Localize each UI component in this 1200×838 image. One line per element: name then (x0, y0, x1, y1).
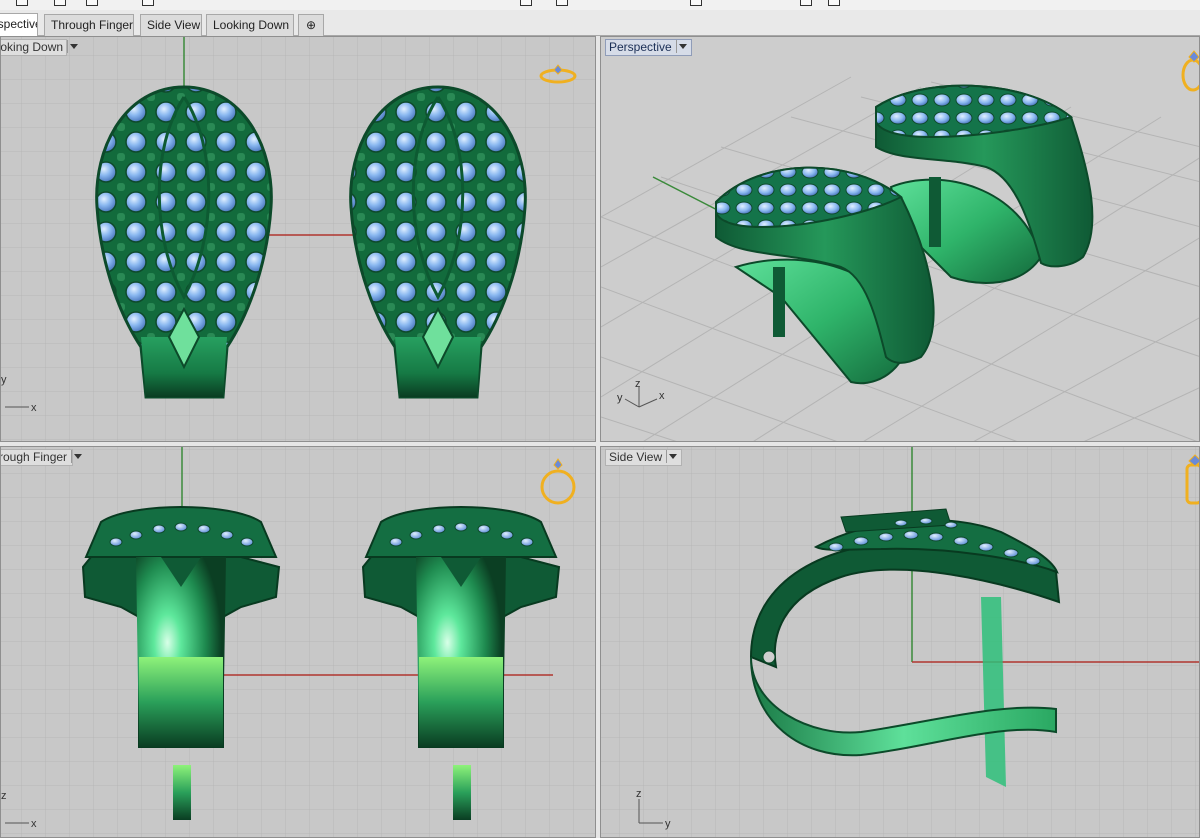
axis-z-label: z (635, 378, 641, 390)
toolbar-icon[interactable] (16, 0, 28, 6)
looking-down-scene: y x (1, 37, 595, 441)
axis-z-label: z (1, 790, 7, 802)
viewport-title-text: Through Finger (1, 450, 68, 464)
tab-perspective[interactable]: Perspective (0, 13, 38, 37)
viewport-title-text: Looking Down (0, 40, 64, 54)
toolbar-icon[interactable] (556, 0, 568, 6)
chevron-down-icon[interactable] (67, 40, 79, 54)
toolbar-icon[interactable] (800, 0, 812, 6)
add-tab-button[interactable]: ⊕ (298, 14, 324, 36)
tab-looking-down[interactable]: Looking Down (206, 14, 294, 36)
axis-x-label: x (31, 402, 37, 414)
toolbar-icon[interactable] (54, 0, 66, 6)
toolbar-strip (0, 0, 1200, 10)
chevron-down-icon[interactable] (71, 450, 83, 464)
toolbar-icon[interactable] (828, 0, 840, 6)
tab-side-view[interactable]: Side View (140, 14, 202, 36)
viewport-through-finger[interactable]: Through Finger (0, 446, 596, 838)
tab-through-finger[interactable]: Through Finger (44, 14, 134, 36)
through-finger-scene: z x (1, 447, 595, 837)
axis-y-label: y (665, 818, 671, 830)
viewport-title-side-view[interactable]: Side View (605, 449, 683, 466)
viewport-title-looking-down[interactable]: Looking Down (0, 39, 79, 56)
toolbar-icon[interactable] (142, 0, 154, 6)
viewport-side-view[interactable]: Side View z y (600, 446, 1200, 838)
side-view-scene: z y (601, 447, 1199, 837)
viewport-splitter-horizontal[interactable] (0, 442, 1200, 446)
perspective-scene: z y x (601, 37, 1199, 441)
viewport-title-through-finger[interactable]: Through Finger (1, 449, 83, 466)
viewport-splitter-vertical[interactable] (596, 36, 600, 838)
viewport-title-text: Perspective (609, 40, 672, 54)
viewport-perspective[interactable]: Perspective z y x (600, 36, 1200, 442)
toolbar-icon[interactable] (86, 0, 98, 6)
axis-x-label: x (31, 818, 37, 830)
axis-y-label: y (617, 392, 623, 404)
toolbar-icon[interactable] (690, 0, 702, 6)
axis-z-label: z (636, 788, 642, 800)
rhino-viewport-window: Perspective Through Finger Side View Loo… (0, 0, 1200, 838)
viewport-title-perspective[interactable]: Perspective (605, 39, 692, 56)
viewport-tab-bar: Perspective Through Finger Side View Loo… (0, 10, 1200, 37)
viewport-looking-down[interactable]: Looking Down (0, 36, 596, 442)
chevron-down-icon[interactable] (666, 450, 678, 464)
viewport-title-text: Side View (609, 450, 663, 464)
plus-circle-icon: ⊕ (305, 18, 317, 32)
toolbar-icon[interactable] (520, 0, 532, 6)
chevron-down-icon[interactable] (675, 40, 688, 54)
axis-x-label: x (659, 390, 665, 402)
axis-y-label: y (1, 374, 7, 386)
